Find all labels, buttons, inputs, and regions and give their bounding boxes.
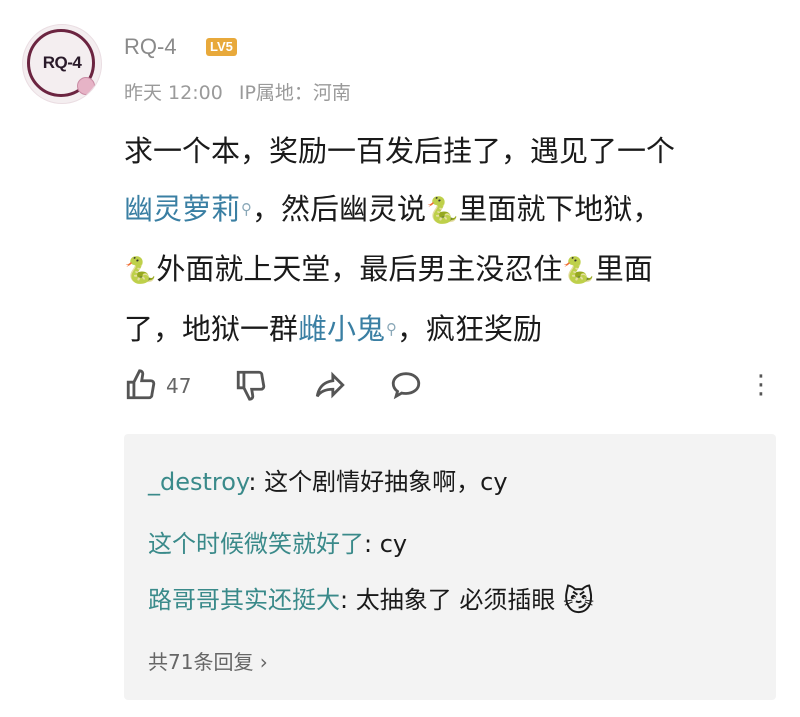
- comment-line-3: 🐍外面就上天堂，最后男主没忍住🐍里面: [124, 240, 764, 300]
- avatar-text: RQ-4: [42, 53, 82, 72]
- comment-text: ，然后幽灵说: [252, 192, 427, 226]
- like-button[interactable]: [124, 368, 158, 408]
- reply-item[interactable]: _destroy: 这个剧情好抽象啊，cy: [148, 462, 508, 497]
- keyword-link[interactable]: 幽灵萝莉: [124, 192, 240, 226]
- thumb-down-icon: [236, 370, 266, 401]
- comment-text: 了，地狱一群: [124, 312, 299, 346]
- reply-text: : cy: [364, 530, 408, 558]
- ip-location: IP属地：河南: [238, 82, 351, 104]
- action-bar: 47 ⋮: [124, 368, 774, 408]
- comment-line-2: 幽灵萝莉⚲，然后幽灵说🐍里面就下地狱，: [124, 180, 764, 240]
- comment-body: 求一个本，奖励一百发后挂了，遇见了一个 幽灵萝莉⚲，然后幽灵说🐍里面就下地狱， …: [124, 122, 764, 358]
- reply-item[interactable]: 路哥哥其实还挺大: 太抽象了 必须插眼 😼: [148, 580, 594, 619]
- avatar-badge-icon: [77, 77, 95, 95]
- reply-author[interactable]: 路哥哥其实还挺大: [148, 586, 340, 614]
- share-icon: [315, 371, 345, 399]
- snake-emoji-icon: 🐍: [426, 196, 459, 226]
- thumb-up-icon: [126, 369, 156, 400]
- level-badge: LV5: [206, 38, 237, 56]
- comment-text: 求一个本，奖励一百发后挂了，遇见了一个: [124, 134, 676, 168]
- comment-text: 里面就下地狱，: [458, 192, 662, 226]
- reply-text: : 太抽象了 必须插眼: [340, 586, 556, 614]
- snake-emoji-icon: 🐍: [562, 256, 595, 286]
- search-icon: ⚲: [241, 200, 253, 218]
- reply-author[interactable]: 这个时候微笑就好了: [148, 530, 364, 558]
- keyword-link[interactable]: 雌小鬼: [298, 312, 385, 346]
- comment-meta: 昨天 12:00 IP属地：河南: [124, 78, 361, 105]
- more-options-button[interactable]: ⋮: [748, 370, 774, 400]
- username[interactable]: RQ-4: [124, 34, 177, 60]
- like-count: 47: [166, 374, 192, 398]
- comment-text: 外面就上天堂，最后男主没忍住: [156, 252, 563, 286]
- cat-emoji-icon: 😼: [562, 583, 595, 619]
- avatar[interactable]: RQ-4: [22, 24, 102, 104]
- reply-item[interactable]: 这个时候微笑就好了: cy: [148, 524, 407, 559]
- comment-icon: [391, 372, 421, 400]
- comment-date: 昨天 12:00: [124, 82, 223, 104]
- reply-button[interactable]: [388, 368, 424, 408]
- comment-text: ，疯狂奖励: [397, 312, 543, 346]
- reply-text: : 这个剧情好抽象啊，cy: [248, 468, 508, 496]
- snake-emoji-icon: 🐍: [124, 256, 157, 286]
- comment-line-4: 了，地狱一群雌小鬼⚲，疯狂奖励: [124, 300, 764, 358]
- reply-panel: _destroy: 这个剧情好抽象啊，cy 这个时候微笑就好了: cy 路哥哥其…: [124, 434, 776, 700]
- search-icon: ⚲: [386, 320, 398, 338]
- comment-line-1: 求一个本，奖励一百发后挂了，遇见了一个: [124, 122, 764, 180]
- dislike-button[interactable]: [234, 368, 268, 408]
- view-all-replies-link[interactable]: 共71条回复 ›: [148, 646, 268, 675]
- reply-author[interactable]: _destroy: [148, 468, 248, 496]
- share-button[interactable]: [312, 368, 348, 408]
- comment-text: 里面: [594, 252, 653, 286]
- more-icon: ⋮: [748, 370, 774, 400]
